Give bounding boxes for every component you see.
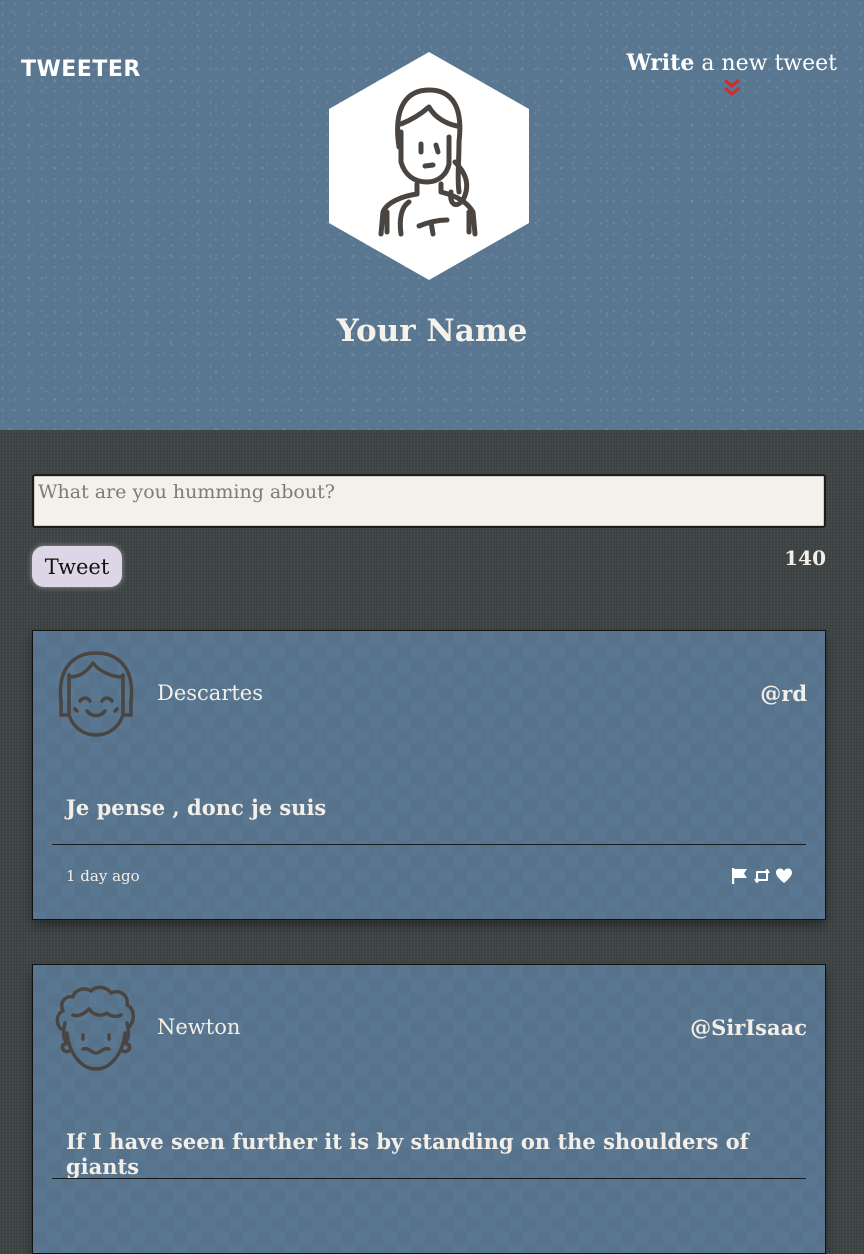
compose-link-rest: a new tweet (694, 51, 837, 76)
profile-name: Your Name (336, 313, 528, 349)
tweet-timestamp: 1 day ago (66, 867, 140, 885)
brand-logo[interactable]: TWEETER (21, 57, 141, 82)
compose-link-strong: Write (626, 50, 695, 76)
tweet-author: Newton (157, 1015, 241, 1039)
profile-header: TWEETER Write a new tweet Your Name (0, 0, 864, 430)
heart-icon[interactable] (775, 867, 793, 885)
tweet-divider (52, 1178, 806, 1179)
tweet-divider (52, 844, 806, 845)
tweet-author: Descartes (157, 681, 264, 705)
flag-icon[interactable] (731, 867, 749, 885)
tweet-actions (731, 867, 793, 885)
tweet-handle[interactable]: @SirIsaac (690, 1015, 807, 1040)
girl-avatar-icon (58, 651, 134, 737)
write-new-tweet-link[interactable]: Write a new tweet (626, 50, 837, 98)
tweet-card: Descartes @rd Je pense , donc je suis 1 … (32, 630, 826, 920)
tweet-handle[interactable]: @rd (760, 681, 807, 706)
tweet-input[interactable] (32, 474, 826, 528)
tweet-card: Newton @SirIsaac If I have seen further … (32, 964, 826, 1254)
curly-hair-avatar-icon (55, 985, 135, 1071)
retweet-icon[interactable] (753, 867, 771, 885)
tweet-text: If I have seen further it is by standing… (66, 1129, 749, 1179)
tweet-button[interactable]: Tweet (32, 546, 122, 587)
woman-avatar-icon (329, 52, 529, 280)
character-counter: 140 (784, 546, 826, 570)
tweet-text: Je pense , donc je suis (66, 795, 327, 820)
double-chevron-down-icon[interactable] (723, 78, 741, 98)
